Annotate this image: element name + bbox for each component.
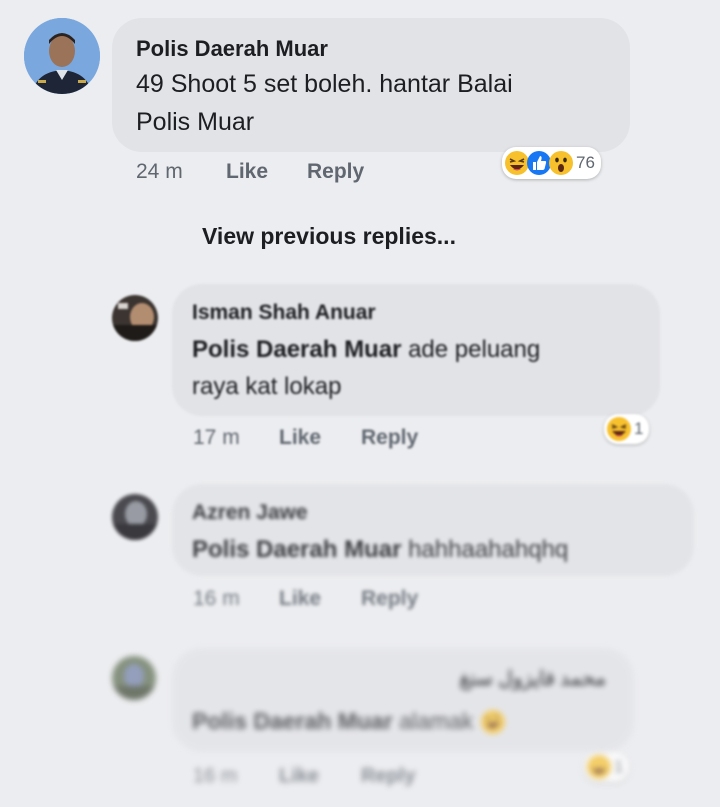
reply-reaction-count: 1: [634, 419, 644, 438]
police-officer-avatar-icon: [24, 18, 100, 94]
reply-bubble: Isman Shah Anuar Polis Daerah Muar ade p…: [172, 284, 660, 416]
reply-timestamp: 17 m: [193, 426, 240, 449]
reply-text-line-2: raya kat lokap: [192, 373, 342, 400]
reply-mention[interactable]: Polis Daerah Muar: [192, 336, 401, 363]
reply-text-line-1: Polis Daerah Muar alamak: [192, 708, 506, 735]
avatar-azren-jawe[interactable]: [112, 494, 158, 540]
rofl-emoji-icon: [480, 710, 505, 734]
reply-reactions[interactable]: 1: [604, 414, 650, 444]
avatar-third-replier[interactable]: [112, 656, 156, 700]
view-previous-replies-link[interactable]: View previous replies...: [202, 223, 456, 250]
reply-reply-button[interactable]: Reply: [361, 587, 418, 611]
laugh-emoji-icon: [587, 755, 611, 779]
reply-bubble: Azren Jawe Polis Daerah Muar hahhaahahqh…: [172, 484, 694, 576]
reply-text: alamak: [392, 708, 474, 734]
reply-reply-button[interactable]: Reply: [361, 426, 418, 450]
reply-like-button[interactable]: Like: [279, 765, 319, 788]
user-photo-avatar-icon: [112, 494, 158, 540]
reply-author[interactable]: Isman Shah Anuar: [192, 301, 376, 325]
reply-like-button[interactable]: Like: [279, 587, 321, 611]
reply-reply-button[interactable]: Reply: [361, 765, 415, 788]
comment-author[interactable]: Polis Daerah Muar: [136, 36, 328, 62]
reply-mention[interactable]: Polis Daerah Muar: [192, 536, 401, 563]
reply-reaction-count: 1: [614, 757, 624, 776]
reply-author[interactable]: محمد فايزول سنغ: [459, 666, 606, 691]
avatar-isman-shah-anuar[interactable]: [112, 295, 158, 341]
comment-text-line-2: Polis Muar: [136, 108, 255, 136]
reply-text: hahhaahahqhq: [401, 536, 569, 563]
reply-meta: 17 m Like Reply: [193, 426, 493, 452]
comment-timestamp: 24 m: [136, 160, 183, 183]
reply-text: ade peluang: [401, 336, 541, 363]
comment-text-line-1: 49 Shoot 5 set boleh. hantar Balai: [136, 70, 513, 98]
wow-emoji-icon: [549, 151, 573, 175]
comment-meta: 24 m Like Reply: [136, 160, 436, 186]
reply-timestamp: 16 m: [193, 765, 238, 787]
user-photo-avatar-icon: [112, 656, 156, 700]
user-photo-avatar-icon: [112, 295, 158, 341]
reply-author[interactable]: Azren Jawe: [192, 501, 308, 525]
comment-reaction-count: 76: [576, 153, 595, 172]
reply-like-button[interactable]: Like: [279, 426, 321, 450]
comment-reactions[interactable]: 76: [502, 147, 601, 179]
reply-timestamp: 16 m: [193, 587, 240, 610]
avatar-polis-daerah-muar[interactable]: [24, 18, 100, 94]
reply-meta: 16 m Like Reply: [193, 587, 493, 613]
laugh-emoji-icon: [607, 417, 631, 441]
comment-reply-button[interactable]: Reply: [307, 160, 364, 184]
reply-bubble: محمد فايزول سنغ Polis Daerah Muar alamak: [172, 648, 634, 752]
reply-text-line-1: Polis Daerah Muar hahhaahahqhq: [192, 536, 568, 564]
reply-meta: 16 m Like Reply: [193, 765, 493, 791]
reply-reactions[interactable]: 1: [584, 752, 630, 782]
comment-like-button[interactable]: Like: [226, 160, 268, 184]
reply-mention[interactable]: Polis Daerah Muar: [192, 708, 393, 734]
comment-bubble: Polis Daerah Muar 49 Shoot 5 set boleh. …: [112, 18, 630, 152]
reply-text-line-1: Polis Daerah Muar ade peluang: [192, 336, 540, 364]
